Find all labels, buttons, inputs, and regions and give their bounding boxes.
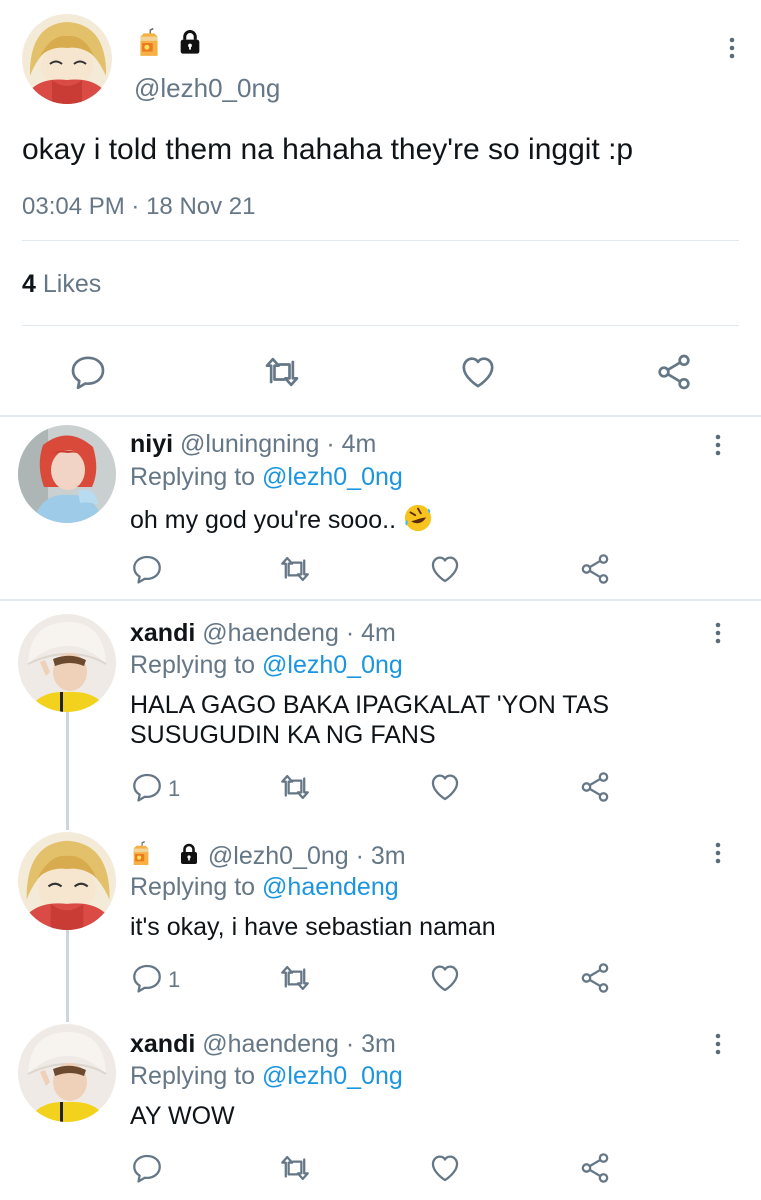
reply-header: @lezh0_0ng · 3m: [130, 841, 406, 874]
user-handle[interactable]: @haendeng: [202, 1030, 339, 1058]
juice-box-emoji: [130, 841, 152, 874]
more-options-icon[interactable]: [708, 32, 736, 64]
like-icon[interactable]: [428, 770, 462, 804]
reply-icon[interactable]: [130, 770, 164, 804]
separator: ·: [345, 1030, 355, 1058]
lock-icon: [176, 28, 204, 56]
tweet-date: 18 Nov 21: [146, 193, 256, 220]
display-name[interactable]: niyi: [130, 430, 173, 458]
avatar[interactable]: [18, 425, 116, 523]
reply-icon[interactable]: [130, 1151, 164, 1185]
reply-text: it's okay, i have sebastian naman: [130, 913, 496, 941]
user-handle[interactable]: @haendeng: [202, 619, 339, 647]
more-options-icon[interactable]: [698, 618, 722, 648]
reply-text: oh my god you're sooo..: [130, 503, 433, 540]
separator: ·: [326, 430, 335, 458]
replying-to: Replying to @lezh0_0ng: [130, 1062, 403, 1091]
like-icon[interactable]: [428, 552, 462, 586]
divider: [0, 415, 761, 417]
reply-icon[interactable]: [68, 352, 108, 392]
likes-label: Likes: [42, 270, 102, 298]
replying-to: Replying to @lezh0_0ng: [130, 651, 403, 680]
replying-prefix: Replying to: [130, 463, 256, 491]
tweet-text: okay i told them na hahaha they're so in…: [22, 133, 634, 166]
reply-text-line: HALA GAGO BAKA IPAGKALAT 'YON TAS: [130, 691, 610, 719]
reply-time: 4m: [341, 430, 377, 458]
replying-to-link[interactable]: @lezh0_0ng: [262, 1062, 403, 1090]
replying-prefix: Replying to: [130, 873, 256, 901]
retweet-icon[interactable]: [262, 352, 302, 392]
reply-icon[interactable]: [130, 961, 164, 995]
reply-time: 4m: [361, 619, 396, 647]
replying-to-link[interactable]: @haendeng: [262, 873, 399, 901]
more-options-icon[interactable]: [698, 838, 722, 868]
reply-icon[interactable]: [130, 552, 164, 586]
replying-prefix: Replying to: [130, 651, 256, 679]
share-icon[interactable]: [578, 961, 612, 995]
reply-count: 1: [168, 776, 181, 801]
thread-line: [66, 930, 69, 1022]
avatar[interactable]: [18, 1024, 116, 1122]
retweet-icon[interactable]: [278, 961, 312, 995]
more-options-icon[interactable]: [698, 430, 722, 460]
more-options-icon[interactable]: [698, 1029, 722, 1059]
replying-to: Replying to @lezh0_0ng: [130, 463, 403, 492]
reply-header: xandi @haendeng · 3m: [130, 1030, 396, 1059]
reply-text: HALA GAGO BAKA IPAGKALAT 'YON TAS SUSUGU…: [130, 690, 609, 750]
avatar[interactable]: [18, 614, 116, 712]
main-tweet: @lezh0_0ng okay i told them na hahaha th…: [0, 0, 761, 416]
tweet-timestamp: 03:04 PM · 18 Nov 21: [22, 193, 255, 221]
juice-box-emoji: [136, 28, 162, 58]
replying-to: Replying to @haendeng: [130, 873, 399, 902]
display-name[interactable]: xandi: [130, 619, 195, 647]
likes-stat[interactable]: 4 Likes: [22, 270, 101, 299]
divider: [22, 240, 739, 241]
replying-to-link[interactable]: @lezh0_0ng: [262, 651, 403, 679]
share-icon[interactable]: [578, 770, 612, 804]
thread-line: [66, 712, 69, 830]
share-icon[interactable]: [578, 552, 612, 586]
display-name[interactable]: xandi: [130, 1030, 195, 1058]
user-handle[interactable]: @lezh0_0ng: [208, 842, 349, 870]
retweet-icon[interactable]: [278, 770, 312, 804]
separator: ·: [131, 193, 140, 220]
retweet-icon[interactable]: [278, 1151, 312, 1185]
divider: [0, 599, 761, 601]
replying-prefix: Replying to: [130, 1062, 256, 1090]
reply-header: niyi @luningning · 4m: [130, 430, 376, 459]
like-icon[interactable]: [428, 961, 462, 995]
separator: ·: [345, 619, 355, 647]
author-handle[interactable]: @lezh0_0ng: [134, 73, 280, 104]
reply-time: 3m: [361, 1030, 396, 1058]
avatar[interactable]: [22, 14, 112, 104]
reply-text-line: SUSUGUDIN KA NG FANS: [130, 721, 436, 749]
reply-time: 3m: [370, 842, 406, 871]
divider: [22, 325, 739, 326]
user-handle[interactable]: @luningning: [180, 430, 319, 458]
like-icon[interactable]: [428, 1151, 462, 1185]
likes-count: 4: [22, 270, 36, 298]
reply-text-content: oh my god you're sooo..: [130, 506, 397, 535]
lock-icon: [177, 842, 201, 873]
replying-to-link[interactable]: @lezh0_0ng: [262, 463, 403, 491]
reply-count: 1: [168, 967, 181, 992]
like-icon[interactable]: [458, 352, 498, 392]
tweet-time: 03:04 PM: [22, 193, 125, 220]
reply-text: AY WOW: [130, 1102, 235, 1130]
reply-header: xandi @haendeng · 4m: [130, 619, 396, 648]
share-icon[interactable]: [578, 1151, 612, 1185]
avatar[interactable]: [18, 832, 116, 930]
separator: ·: [355, 842, 364, 871]
retweet-icon[interactable]: [278, 552, 312, 586]
rolling-on-floor-laughing-emoji: [403, 503, 433, 540]
share-icon[interactable]: [654, 352, 694, 392]
